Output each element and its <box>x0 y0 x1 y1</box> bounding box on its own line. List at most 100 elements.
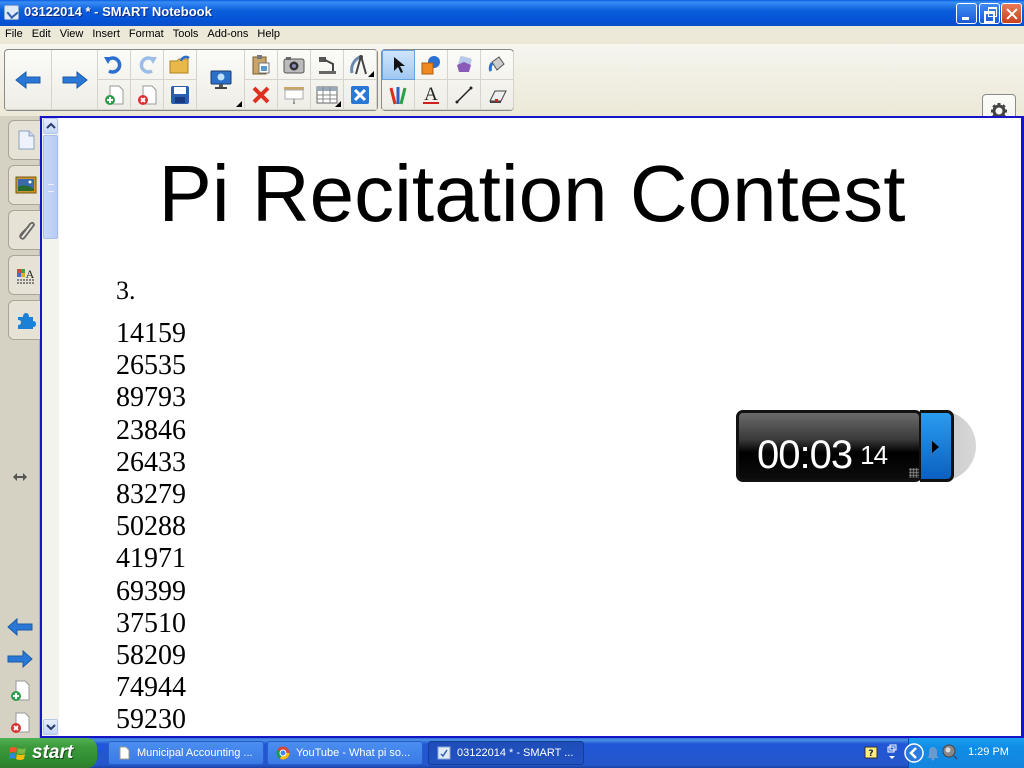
sidebar-delete-page-button[interactable] <box>6 710 34 736</box>
line-tool-button[interactable] <box>448 80 481 110</box>
eraser-tool-button[interactable] <box>481 80 514 110</box>
menu-insert[interactable]: Insert <box>87 26 124 40</box>
magic-pen-tool-button[interactable] <box>448 50 481 80</box>
digit-group: 26433 <box>116 446 186 478</box>
start-label: start <box>32 742 74 763</box>
digit-group: 83279 <box>116 479 186 511</box>
stopwatch-timer-widget[interactable]: 00:03 14 <box>736 410 976 482</box>
scroll-up-button[interactable] <box>43 118 58 134</box>
chevron-down-icon <box>46 724 56 731</box>
vertical-scrollbar[interactable] <box>42 118 59 736</box>
digit-group: 59230 <box>116 704 186 736</box>
next-page-button[interactable] <box>6 646 34 672</box>
magic-pen-icon <box>457 55 472 72</box>
add-page-button[interactable] <box>98 80 131 110</box>
add-page-icon <box>105 85 124 105</box>
eraser-icon <box>489 90 507 103</box>
taskbar-item-municipal-accounting[interactable]: Municipal Accounting ... <box>108 741 264 765</box>
menu-edit[interactable]: Edit <box>27 26 55 40</box>
timer-resize-grip[interactable] <box>909 468 919 478</box>
document-camera-button[interactable] <box>311 50 344 80</box>
table-button[interactable] <box>311 80 344 110</box>
menu-file[interactable]: File <box>0 26 27 40</box>
pi-integer-part[interactable]: 3. <box>116 276 136 306</box>
notification-tray-icon[interactable] <box>926 745 940 766</box>
scroll-down-button[interactable] <box>43 719 58 735</box>
speaker-icon <box>942 744 958 760</box>
restore-button[interactable] <box>979 3 1000 24</box>
sidebar: A <box>0 116 42 738</box>
minimize-button[interactable] <box>956 3 977 24</box>
taskbar-item-smart-notebook[interactable]: 03122014 * - SMART ... <box>428 741 584 765</box>
timer-display-body: 00:03 14 <box>736 410 922 482</box>
timer-play-button[interactable] <box>920 410 954 482</box>
bell-icon <box>927 747 939 761</box>
properties-icon: A <box>16 267 35 284</box>
screen-shade-toggle-button[interactable] <box>278 80 311 110</box>
pens-tool-button[interactable] <box>382 80 415 110</box>
tab-gallery[interactable] <box>8 165 42 205</box>
screen-capture-button[interactable] <box>278 50 311 80</box>
save-button[interactable] <box>164 80 197 110</box>
digit-group: 41971 <box>116 543 186 575</box>
toolbar: A <box>0 44 1024 154</box>
taskbar-clock[interactable]: 1:29 PM <box>968 746 1009 758</box>
page-title[interactable]: Pi Recitation Contest <box>152 150 912 238</box>
open-button[interactable] <box>164 50 197 80</box>
svg-text:A: A <box>424 84 438 105</box>
page-canvas[interactable]: Pi Recitation Contest 3. 14159 26535 897… <box>40 116 1024 738</box>
measurement-tools-button[interactable] <box>344 50 377 80</box>
close-button[interactable] <box>1001 3 1022 24</box>
fill-tool-button[interactable] <box>481 50 514 80</box>
document-icon <box>119 746 130 760</box>
undo-button[interactable] <box>98 50 131 80</box>
digit-group: 69399 <box>116 575 186 607</box>
resize-sidebar-handle[interactable] <box>6 464 34 490</box>
tab-add-ons[interactable] <box>8 300 42 340</box>
task-label: Municipal Accounting ... <box>137 747 253 759</box>
back-button[interactable] <box>5 50 52 110</box>
delete-button[interactable] <box>245 80 278 110</box>
menu-view[interactable]: View <box>55 26 88 40</box>
menu-add-ons[interactable]: Add-ons <box>202 26 252 40</box>
menu-bar: File Edit View Insert Format Tools Add-ons Help <box>0 26 1024 44</box>
taskbar-item-youtube[interactable]: YouTube - What pi so... <box>267 741 423 765</box>
text-tool-button[interactable]: A <box>415 80 448 110</box>
help-tray-button[interactable]: ? <box>864 746 878 765</box>
tab-page-sorter[interactable] <box>8 120 42 160</box>
volume-tray-icon[interactable] <box>942 744 958 765</box>
select-icon <box>393 57 405 73</box>
show-hidden-icons-button[interactable] <box>904 743 924 768</box>
screen-shade-icon <box>284 86 304 104</box>
timer-hundredths: 14 <box>860 440 888 470</box>
sidebar-add-page-button[interactable] <box>6 678 34 704</box>
timer-separator: : <box>799 433 811 477</box>
next-page-arrow-icon <box>7 650 33 668</box>
delete-page-button[interactable] <box>131 80 164 110</box>
restore-toolbar-tray-button[interactable] <box>886 744 898 767</box>
timer-seconds: 03 <box>809 433 853 477</box>
previous-page-arrow-icon <box>7 618 33 636</box>
pi-digits-list[interactable]: 14159 26535 89793 23846 26433 83279 5028… <box>116 318 186 736</box>
full-screen-icon <box>351 85 369 104</box>
shapes-tool-button[interactable] <box>415 50 448 80</box>
tab-attachments[interactable] <box>8 210 42 250</box>
digit-group: 37510 <box>116 607 186 639</box>
paste-button[interactable] <box>245 50 278 80</box>
start-button[interactable]: start <box>0 738 97 768</box>
chevron-left-icon <box>904 743 924 763</box>
paste-icon <box>252 54 270 74</box>
select-tool-button[interactable] <box>382 50 415 80</box>
scrollbar-thumb[interactable] <box>43 135 58 239</box>
tab-properties[interactable]: A <box>8 255 42 295</box>
screen-shade-button[interactable] <box>197 50 245 110</box>
forward-button[interactable] <box>52 50 98 110</box>
menu-format[interactable]: Format <box>124 26 168 40</box>
shapes-icon <box>421 55 440 74</box>
full-screen-button[interactable] <box>344 80 377 110</box>
menu-tools[interactable]: Tools <box>168 26 203 40</box>
previous-page-button[interactable] <box>6 614 34 640</box>
menu-help[interactable]: Help <box>252 26 284 40</box>
redo-button[interactable] <box>131 50 164 80</box>
add-page-icon <box>11 680 30 701</box>
